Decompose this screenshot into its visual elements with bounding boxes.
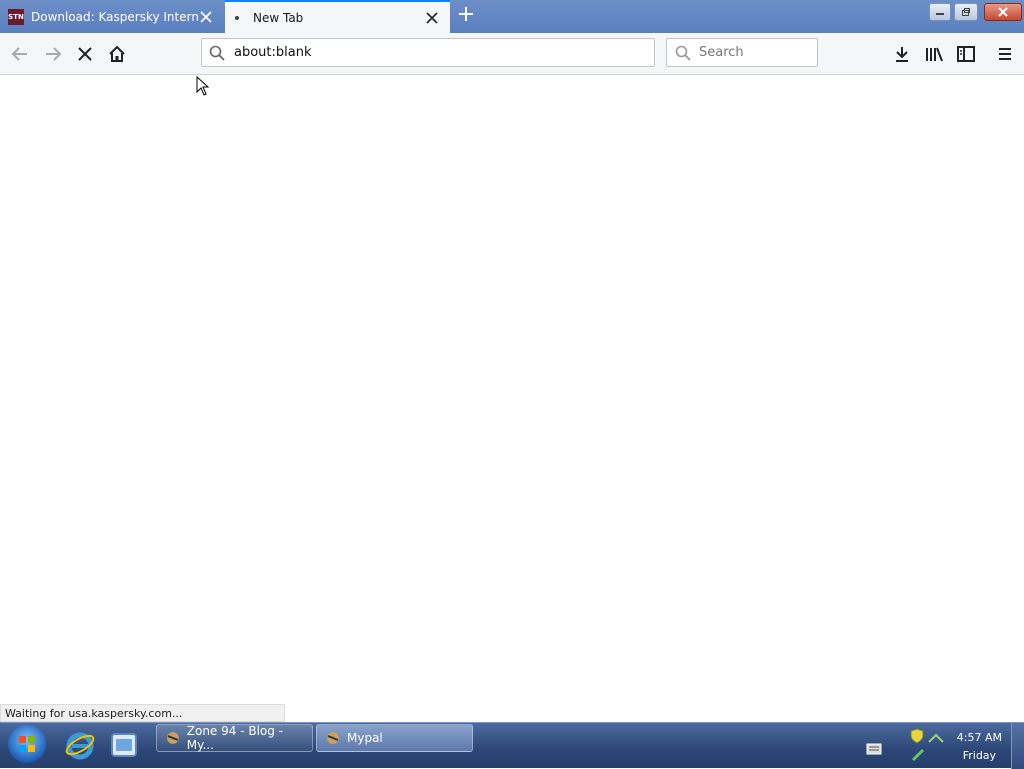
loading-dot-icon bbox=[235, 15, 239, 20]
forward-icon bbox=[46, 47, 62, 61]
back-icon bbox=[11, 47, 27, 61]
taskbar-task-zone94[interactable]: Zone 94 - Blog - My... bbox=[156, 724, 313, 752]
tab-kaspersky[interactable]: STN Download: Kaspersky Internet S bbox=[0, 0, 224, 33]
menu-icon bbox=[999, 48, 1011, 60]
show-desktop-button[interactable] bbox=[1011, 723, 1024, 769]
forward-button[interactable] bbox=[39, 40, 67, 68]
tab-title: New Tab bbox=[253, 10, 304, 25]
downloads-button[interactable] bbox=[888, 40, 916, 68]
search-icon bbox=[209, 45, 225, 61]
stop-button[interactable] bbox=[71, 40, 99, 68]
keyboard-icon[interactable] bbox=[866, 740, 882, 759]
stop-icon bbox=[78, 47, 92, 61]
library-icon bbox=[926, 47, 943, 62]
windows-logo-icon bbox=[19, 736, 35, 752]
sidebar-icon bbox=[957, 46, 975, 62]
window-close-button[interactable] bbox=[984, 3, 1022, 21]
sidebar-button[interactable] bbox=[952, 40, 980, 68]
explorer-taskbar-icon[interactable] bbox=[104, 727, 144, 763]
menu-button[interactable] bbox=[991, 40, 1019, 68]
download-icon bbox=[896, 47, 908, 62]
url-input[interactable] bbox=[232, 44, 636, 61]
mypal-icon bbox=[327, 732, 339, 744]
ie-icon bbox=[65, 732, 95, 760]
minimize-button[interactable] bbox=[929, 3, 951, 21]
home-button[interactable] bbox=[103, 40, 131, 68]
search-icon bbox=[675, 45, 691, 61]
clock-day: Friday bbox=[962, 749, 997, 762]
restore-button[interactable] bbox=[954, 3, 978, 21]
mypal-icon bbox=[166, 732, 179, 744]
task-label: Zone 94 - Blog - My... bbox=[186, 724, 284, 752]
home-icon bbox=[109, 45, 125, 62]
tab-new-tab[interactable]: New Tab bbox=[225, 0, 450, 33]
back-button[interactable] bbox=[6, 40, 34, 68]
site-favicon: STN bbox=[8, 8, 24, 25]
close-icon[interactable] bbox=[424, 10, 440, 26]
close-icon[interactable] bbox=[198, 9, 214, 25]
task-label: Mypal bbox=[347, 731, 383, 745]
search-bar[interactable] bbox=[666, 38, 818, 67]
search-input[interactable] bbox=[697, 44, 811, 61]
clock-time: 4:57 AM bbox=[956, 731, 1002, 744]
plus-icon bbox=[459, 7, 473, 21]
taskbar-task-mypal[interactable]: Mypal bbox=[316, 724, 473, 752]
url-bar[interactable] bbox=[201, 38, 655, 67]
security-shield-icon[interactable] bbox=[910, 728, 924, 748]
tray-flag-icon[interactable] bbox=[911, 747, 925, 766]
tab-title: Download: Kaspersky Internet S bbox=[31, 9, 198, 24]
navigation-toolbar bbox=[0, 33, 1024, 75]
restore-icon bbox=[962, 8, 970, 16]
close-icon bbox=[998, 7, 1008, 17]
new-tab-button[interactable] bbox=[454, 4, 478, 28]
minimize-icon bbox=[936, 13, 944, 15]
explorer-icon bbox=[111, 733, 137, 757]
start-button[interactable] bbox=[8, 725, 46, 763]
taskbar: Zone 94 - Blog - My... Mypal 4:57 AM Fri… bbox=[0, 722, 1024, 769]
network-icon[interactable] bbox=[928, 729, 944, 748]
status-text: Waiting for usa.kaspersky.com... bbox=[0, 704, 285, 722]
page-content bbox=[0, 75, 1024, 722]
tab-bar: STN Download: Kaspersky Internet S New T… bbox=[0, 0, 1024, 33]
clock[interactable]: 4:57 AM Friday bbox=[957, 729, 1002, 765]
ie-taskbar-icon[interactable] bbox=[60, 727, 100, 763]
library-button[interactable] bbox=[920, 40, 948, 68]
mouse-cursor-icon bbox=[196, 76, 210, 96]
